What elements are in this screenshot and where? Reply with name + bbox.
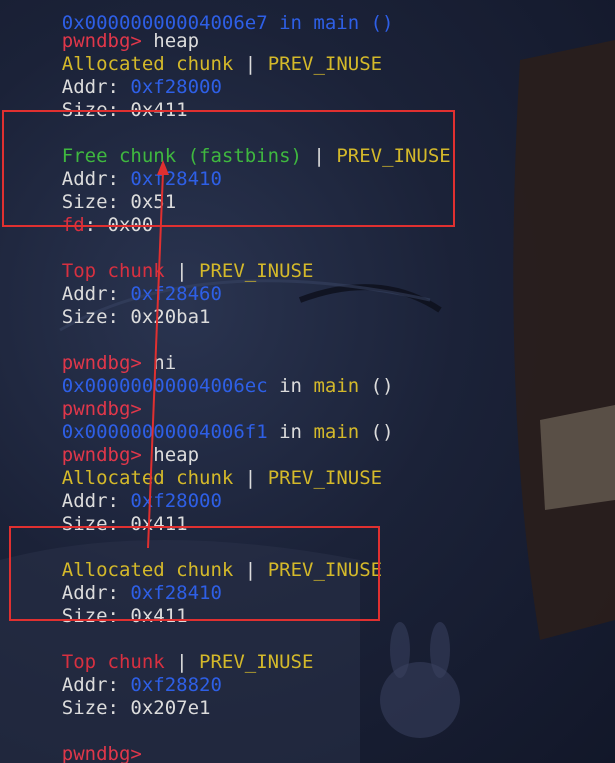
terminal-window[interactable]: 0x00000000004006e7 in main () pwndbg> he… [0, 0, 615, 763]
annotation-arrow [147, 160, 169, 549]
